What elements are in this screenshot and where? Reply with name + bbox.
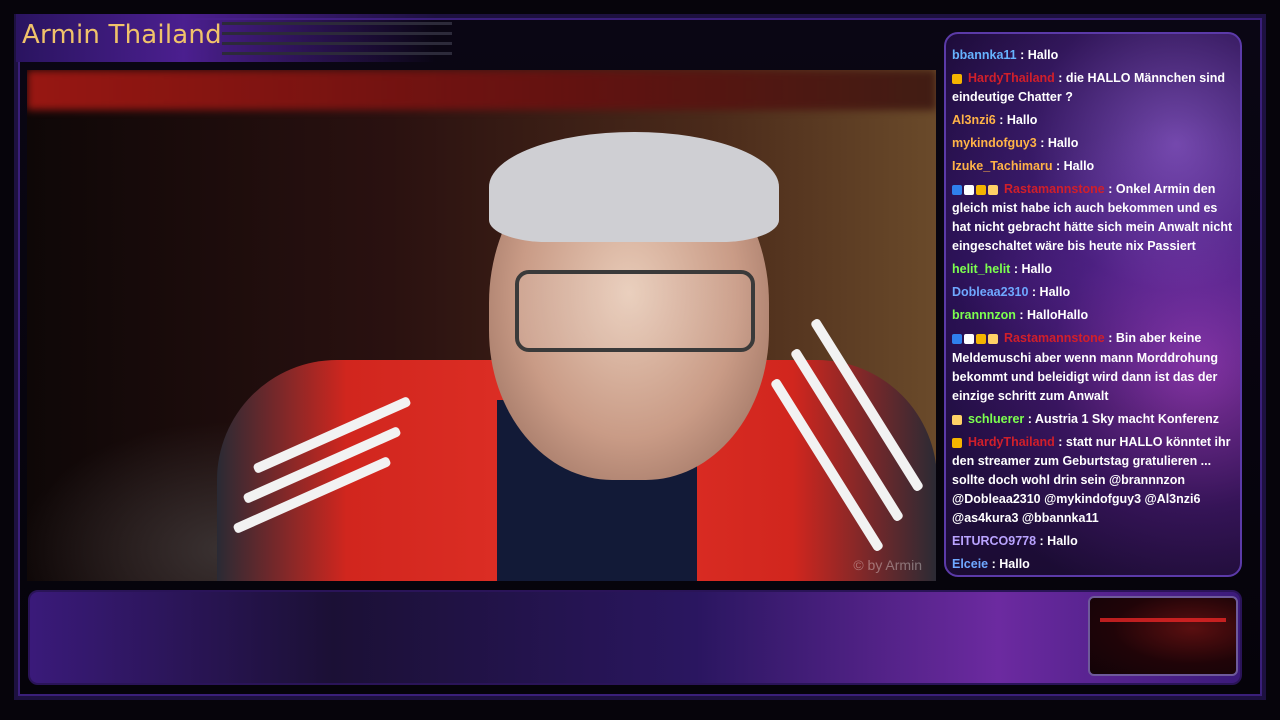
flag-badge-icon <box>964 334 974 345</box>
crown-badge-icon <box>988 334 998 345</box>
coin-badge-icon <box>976 185 986 196</box>
chat-username[interactable]: brannnzon <box>952 308 1016 322</box>
chat-message[interactable]: HardyThailand : die HALLO Männchen sind … <box>952 69 1234 107</box>
chat-message[interactable]: Al3nzi6 : Hallo <box>952 111 1234 130</box>
chat-message-text: : Austria 1 Sky macht Konferenz <box>1024 411 1220 426</box>
chat-message[interactable]: Izuke_Tachimaru : Hallo <box>952 157 1234 176</box>
chat-message-text: : Hallo <box>1016 48 1059 62</box>
turbo-badge-icon <box>952 334 962 345</box>
chat-badges <box>952 180 1000 199</box>
chat-message[interactable]: Rastamannstone : Onkel Armin den gleich … <box>952 180 1234 256</box>
turbo-badge-icon <box>952 185 962 196</box>
chat-username[interactable]: HardyThailand <box>968 435 1055 449</box>
chat-badges <box>952 410 964 429</box>
chat-badges <box>952 433 964 452</box>
chat-message[interactable]: HardyThailand : statt nur HALLO könntet … <box>952 433 1234 528</box>
chat-username[interactable]: mykindofguy3 <box>952 136 1037 150</box>
chat-username[interactable]: Al3nzi6 <box>952 113 996 127</box>
chat-message[interactable]: bbannka11 : Hallo <box>952 46 1234 65</box>
crown-badge-icon <box>988 185 998 196</box>
chat-message-text: : Hallo <box>1010 262 1053 277</box>
chat-message[interactable]: EITURCO9778 : Hallo <box>952 532 1234 551</box>
chat-message[interactable]: helit_helit : Hallo <box>952 260 1234 279</box>
bottom-overlay-bar <box>28 590 1242 685</box>
chat-message-text: : Hallo <box>1036 136 1079 151</box>
chat-message-text: : Hallo <box>1052 159 1095 174</box>
title-decoration <box>222 22 452 62</box>
chat-message[interactable]: Dobleaa2310 : Hallo <box>952 283 1234 302</box>
person-glasses <box>515 270 755 352</box>
chat-message-text: : Hallo <box>988 557 1030 572</box>
coin-badge-icon <box>952 73 962 84</box>
flag-badge-icon <box>964 185 974 196</box>
chat-message[interactable]: mykindofguy3 : Hallo <box>952 134 1234 153</box>
chat-username[interactable]: bbannka11 <box>952 48 1017 62</box>
chat-panel[interactable]: bbannka11 : Hallo HardyThailand : die HAL… <box>944 32 1242 577</box>
chat-username[interactable]: HardyThailand <box>968 71 1055 85</box>
chat-username[interactable]: EITURCO9778 <box>952 534 1036 548</box>
chat-username[interactable]: Elceie <box>952 557 988 571</box>
person-hair <box>489 132 779 242</box>
chat-message[interactable]: Rastamannstone : Bin aber keine Meldemus… <box>952 329 1234 405</box>
video-background-blur <box>27 70 936 110</box>
chat-username[interactable]: Izuke_Tachimaru <box>952 159 1053 173</box>
chat-badges <box>952 330 1000 349</box>
chat-message-text: : Hallo <box>995 113 1038 128</box>
chat-message[interactable]: Elceie : Hallo <box>952 555 1234 574</box>
chat-message-text: : Hallo <box>1028 285 1071 300</box>
coin-badge-icon <box>952 437 962 448</box>
chat-username[interactable]: Rastamannstone <box>1004 331 1105 345</box>
chat-message-text: : HalloHallo <box>1015 308 1089 323</box>
chat-username[interactable]: Dobleaa2310 <box>952 285 1028 299</box>
chat-message[interactable]: brannnzon : HalloHallo <box>952 306 1234 325</box>
video-watermark: © by Armin <box>853 557 922 573</box>
chat-message-list[interactable]: bbannka11 : Hallo HardyThailand : die HAL… <box>952 46 1234 571</box>
coin-badge-icon <box>976 334 986 345</box>
chat-username[interactable]: Rastamannstone <box>1004 182 1105 196</box>
chat-message-text: : Hallo <box>1036 534 1078 549</box>
chat-message[interactable]: schluerer : Austria 1 Sky macht Konferen… <box>952 410 1234 429</box>
chat-username[interactable]: helit_helit <box>952 262 1010 276</box>
webcam-video: © by Armin <box>27 70 936 581</box>
chat-badges <box>952 69 964 88</box>
crown-badge-icon <box>952 414 962 425</box>
channel-title: Armin Thailand <box>22 20 222 50</box>
secondary-camera-view <box>1088 596 1238 676</box>
chat-username[interactable]: schluerer <box>968 412 1024 426</box>
